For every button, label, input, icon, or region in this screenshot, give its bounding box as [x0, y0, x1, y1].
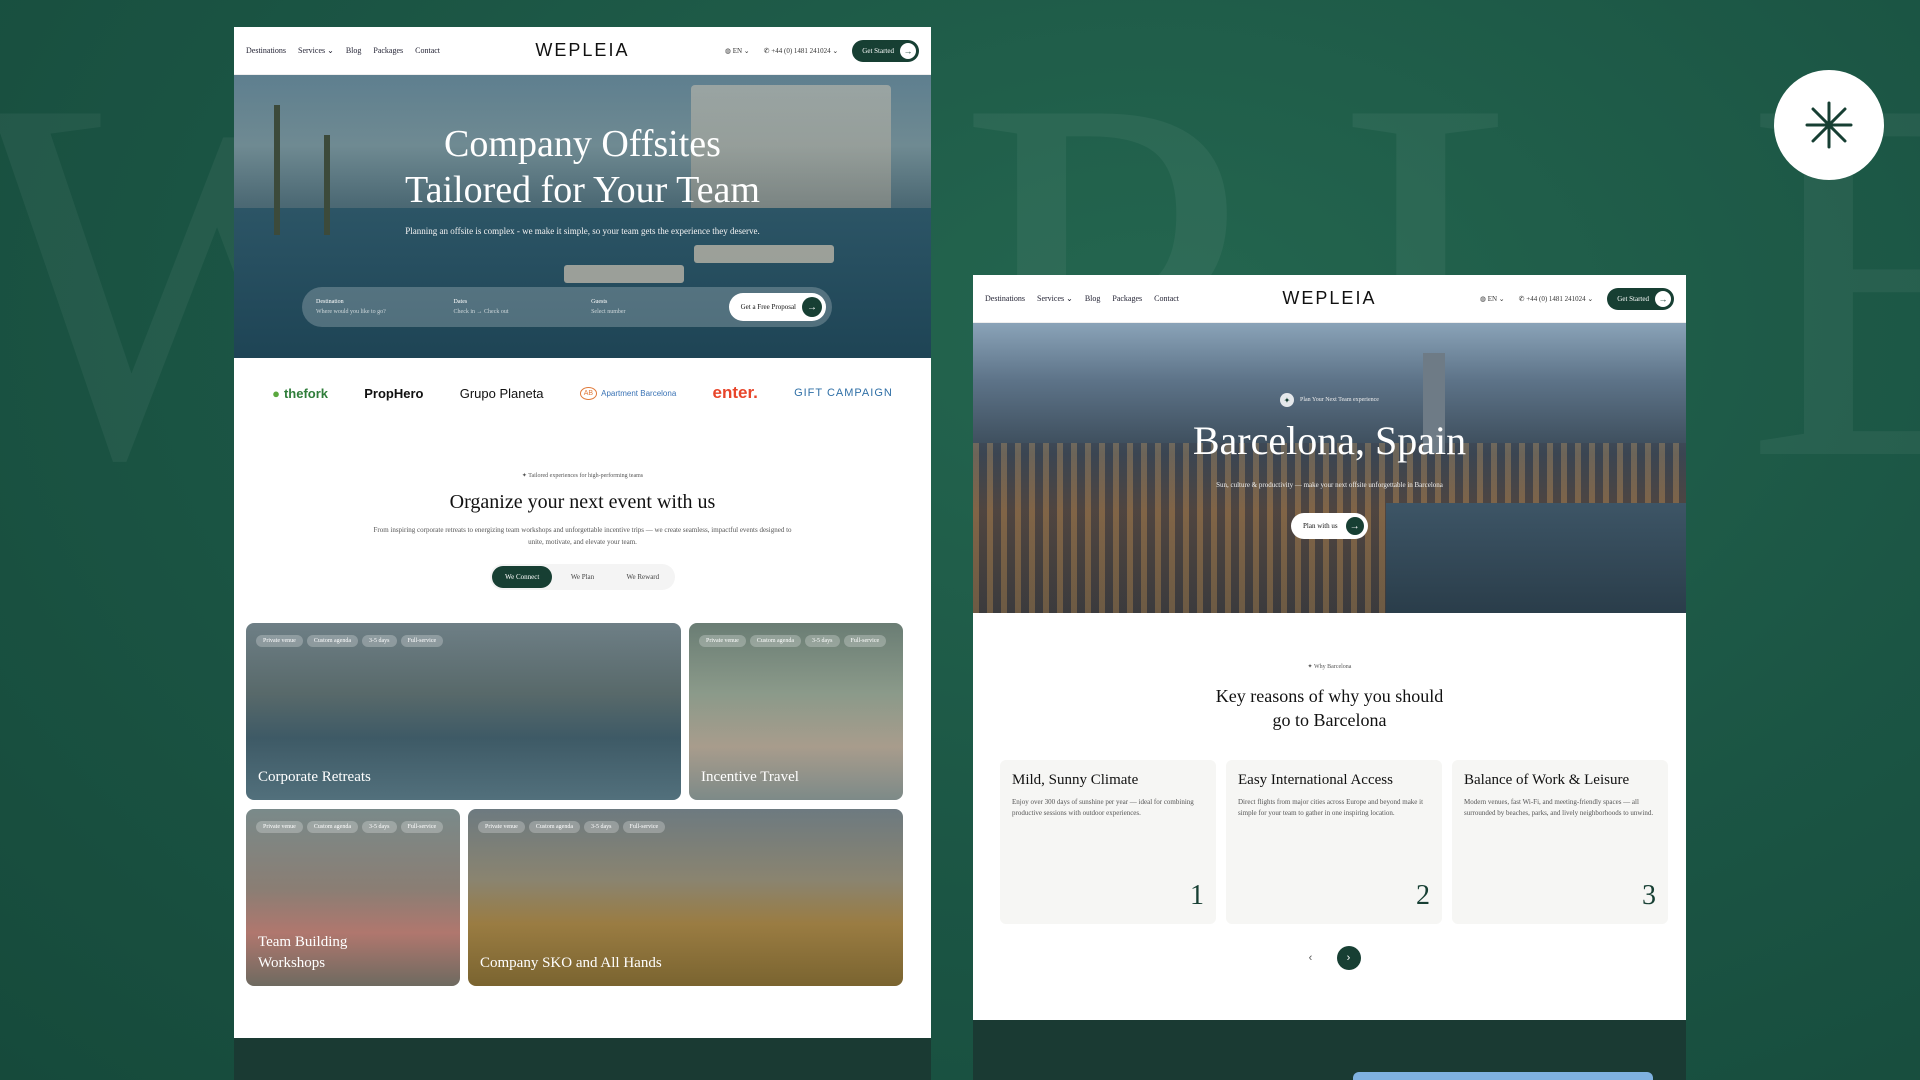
footer-image-peek — [1353, 1072, 1653, 1080]
event-tabs: We Connect We Plan We Reward — [490, 564, 675, 590]
tab-we-connect[interactable]: We Connect — [492, 566, 553, 588]
nav-links: Destinations Services ⌄ Blog Packages Co… — [985, 294, 1179, 303]
card-company-sko-all-hands[interactable]: Private venue Custom agenda 3-5 days Full-s… — [468, 809, 903, 986]
hero-subtitle: Planning an offsite is complex - we make… — [405, 226, 760, 236]
arrow-right-icon: → — [899, 42, 916, 59]
card-label: Incentive Travel — [701, 769, 799, 785]
card-team-building-workshops[interactable]: Private venue Custom agenda 3-5 days Full-s… — [246, 809, 460, 986]
destination-subtitle: Sun, culture & productivity — make your … — [1216, 481, 1443, 489]
tab-we-reward[interactable]: We Reward — [613, 566, 673, 588]
chevron-left-icon[interactable]: ‹ — [1299, 946, 1323, 970]
footer-strip — [973, 1020, 1686, 1080]
brand-logo[interactable]: WEPLEIA — [535, 40, 629, 61]
card-incentive-travel[interactable]: Private venue Custom agenda 3-5 days Full-s… — [689, 623, 903, 800]
nav-link-contact[interactable]: Contact — [1154, 294, 1179, 303]
nav-link-destinations[interactable]: Destinations — [246, 46, 286, 55]
plan-with-us-button[interactable]: Plan with us → — [1291, 513, 1368, 539]
nav-link-blog[interactable]: Blog — [346, 46, 362, 55]
hero-image-lounger — [564, 265, 684, 283]
hero-image-lounger — [694, 245, 834, 263]
get-started-button[interactable]: Get Started → — [852, 39, 919, 62]
homepage-preview: Destinations Services ⌄ Blog Packages Co… — [234, 27, 931, 1080]
logo-enter: enter. — [712, 383, 758, 402]
nav-link-packages[interactable]: Packages — [1112, 294, 1142, 303]
nav-link-destinations[interactable]: Destinations — [985, 294, 1025, 303]
card-corporate-retreats[interactable]: Private venue Custom agenda 3-5 days Full-s… — [246, 623, 681, 800]
hero-section: Company Offsites Tailored for Your Team … — [234, 75, 931, 358]
sparkle-logo-icon — [1774, 70, 1884, 180]
footer-strip — [234, 1038, 931, 1080]
nav-link-packages[interactable]: Packages — [373, 46, 403, 55]
carousel-pager: ‹ › — [973, 946, 1686, 970]
arrow-right-icon: → — [1345, 517, 1364, 535]
hero-eyebrow: ✦ Plan Your Next Team experience — [973, 393, 1686, 407]
arrow-right-icon: → — [1654, 290, 1671, 307]
reasons-carousel: Mild, Sunny Climate Enjoy over 300 days … — [973, 760, 1686, 924]
chevron-right-icon[interactable]: › — [1336, 946, 1361, 970]
destination-hero: ✦ Plan Your Next Team experience Barcelon… — [973, 323, 1686, 613]
hero-title: Company Offsites Tailored for Your Team — [405, 123, 760, 211]
logo-thefork: ● thefork — [272, 385, 329, 401]
nav-link-contact[interactable]: Contact — [415, 46, 440, 55]
reason-card: Mild, Sunny Climate Enjoy over 300 days … — [1000, 760, 1216, 924]
reason-card: Balance of Work & Leisure Modern venues,… — [1452, 760, 1668, 924]
nav-link-blog[interactable]: Blog — [1085, 294, 1101, 303]
logo-gift-campaign: GIFT CAMPAIGN — [794, 387, 893, 399]
section-eyebrow: ✦ Tailored experiences for high-performi… — [521, 473, 644, 479]
get-started-button[interactable]: Get Started → — [1607, 287, 1674, 310]
reason-card: Easy International Access Direct flights… — [1226, 760, 1442, 924]
arrow-right-icon: → — [802, 297, 822, 317]
phone-number[interactable]: ✆ +44 (0) 1481 241024 ⌄ — [1519, 295, 1594, 303]
why-title: Key reasons of why you should go to Barc… — [1215, 686, 1444, 730]
booking-search-bar: Destination Where would you like to go? … — [302, 287, 832, 327]
logo-grupo-planeta: Grupo Planeta — [459, 385, 544, 401]
card-label: Team Building Workshops — [258, 934, 348, 971]
section-title: Organize your next event with us — [449, 491, 716, 513]
phone-number[interactable]: ✆ +44 (0) 1481 241024 ⌄ — [764, 47, 839, 55]
destination-title: Barcelona, Spain — [1192, 418, 1467, 463]
why-eyebrow: ✦ Why Barcelona — [1307, 664, 1352, 670]
logo-prophero: PropHero — [364, 385, 424, 401]
card-label: Corporate Retreats — [258, 769, 371, 785]
section-description: From inspiring corporate retreats to ene… — [373, 526, 792, 546]
brand-logo[interactable]: WEPLEIA — [1282, 288, 1376, 309]
dates-field[interactable]: Dates Check in → Check out — [454, 297, 592, 317]
destination-page-preview: Destinations Services ⌄ Blog Packages Co… — [973, 275, 1686, 1080]
logo-apartment-barcelona: AB Apartment Barcelona — [579, 386, 676, 400]
top-nav: Destinations Services ⌄ Blog Packages Co… — [973, 275, 1686, 323]
client-logos: ● thefork PropHero Grupo Planeta AB Apartm… — [234, 358, 931, 428]
guests-field[interactable]: Guests Select number — [591, 297, 729, 317]
language-selector[interactable]: ◍ EN ⌄ — [1480, 295, 1505, 303]
nav-link-services[interactable]: Services ⌄ — [298, 46, 334, 55]
hero-image-harbor — [1386, 503, 1686, 613]
free-proposal-button[interactable]: Get a Free Proposal → — [728, 293, 826, 321]
tab-we-plan[interactable]: We Plan — [552, 566, 612, 588]
destination-field[interactable]: Destination Where would you like to go? — [316, 297, 454, 317]
card-label: Company SKO and All Hands — [480, 955, 662, 971]
sparkle-icon: ✦ — [1280, 393, 1295, 407]
nav-links: Destinations Services ⌄ Blog Packages Co… — [246, 46, 440, 55]
nav-link-services[interactable]: Services ⌄ — [1037, 294, 1073, 303]
top-nav: Destinations Services ⌄ Blog Packages Co… — [234, 27, 931, 75]
language-selector[interactable]: ◍ EN ⌄ — [725, 47, 750, 55]
